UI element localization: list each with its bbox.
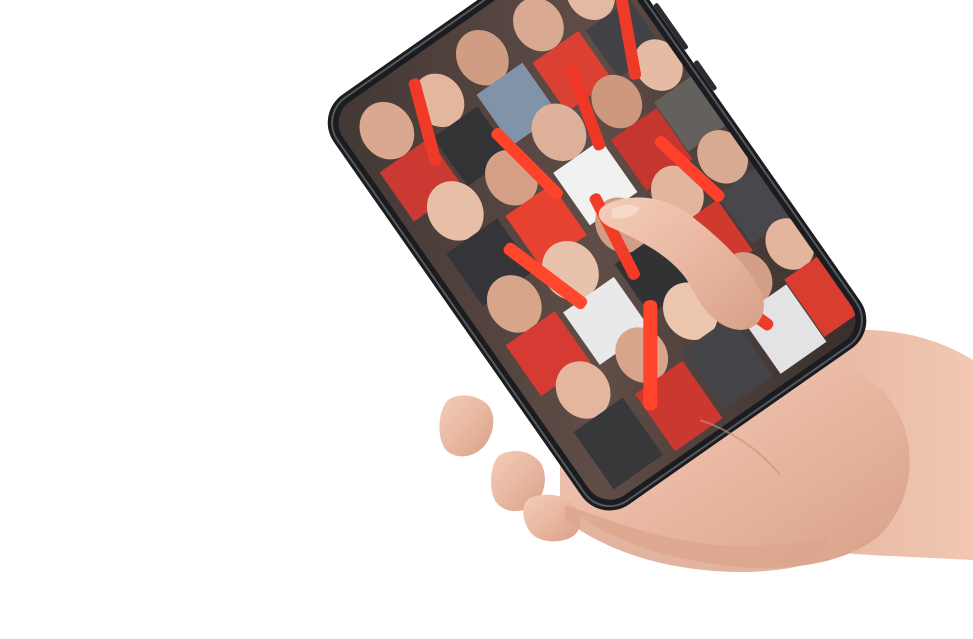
product-mockup-scene xyxy=(0,0,973,639)
finger-index xyxy=(439,395,494,457)
mockup-illustration xyxy=(327,0,973,572)
